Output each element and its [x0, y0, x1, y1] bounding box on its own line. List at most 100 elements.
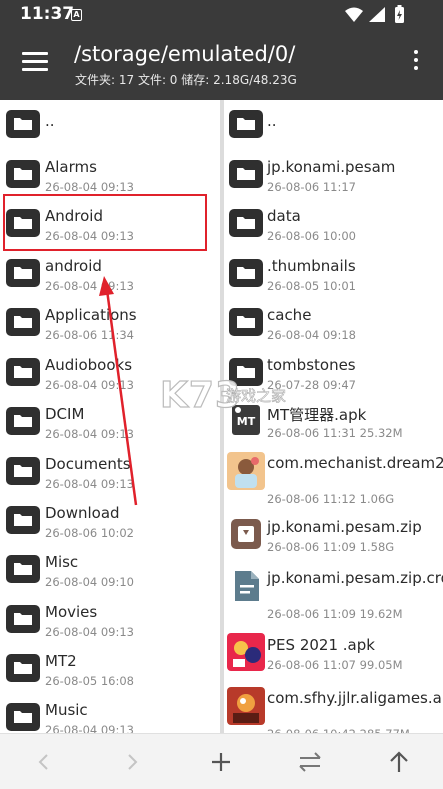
- right-pane[interactable]: .. jp.konami.pesam 26-08-06 11:17 data 26-08…: [224, 100, 443, 733]
- item-name: data: [267, 207, 301, 225]
- folder-icon: [229, 110, 263, 138]
- hamburger-icon[interactable]: [22, 52, 48, 74]
- storage-info: 文件夹: 17 文件: 0 储存: 2.18G/48.23G: [75, 73, 297, 87]
- watermark-sub: 游戏之家: [226, 387, 287, 406]
- file-row[interactable]: Documents 26-08-04 09:13: [0, 451, 220, 501]
- parent-dir-row[interactable]: ..: [224, 104, 443, 154]
- item-name: Alarms: [45, 158, 97, 176]
- folder-icon: [6, 555, 40, 583]
- file-row[interactable]: MT MT管理器.apk 26-08-06 11:31 25.32M: [224, 400, 443, 450]
- folder-icon: [6, 358, 40, 386]
- item-meta: 26-08-04 09:13: [45, 180, 134, 194]
- chevron-right-icon[interactable]: [118, 748, 146, 776]
- item-name: PES 2021 .apk: [267, 636, 375, 654]
- item-name: Music: [45, 701, 88, 719]
- item-meta: 26-08-05 10:01: [267, 279, 356, 293]
- annotation-highlight-box: [3, 194, 207, 251]
- file-thumbnail-icon: [227, 567, 265, 605]
- item-meta: 26-08-06 11:12 1.06G: [267, 492, 395, 506]
- item-name: MT2: [45, 652, 77, 670]
- item-meta: 26-08-06 10:02: [45, 526, 134, 540]
- file-row[interactable]: Applications 26-08-06 11:34: [0, 302, 220, 352]
- file-thumbnail-icon: [227, 515, 265, 553]
- item-name: Applications: [45, 306, 137, 324]
- file-row[interactable]: com.sfhy.jjlr.aligames.apk26-08-06 10:42…: [224, 686, 443, 733]
- file-row[interactable]: android 26-08-04 09:13: [0, 253, 220, 303]
- swap-icon[interactable]: [296, 748, 324, 776]
- folder-icon: [6, 407, 40, 435]
- plus-icon[interactable]: [207, 748, 235, 776]
- arrow-up-icon[interactable]: [385, 748, 413, 776]
- item-meta: 26-08-06 11:09 1.58G: [267, 540, 395, 554]
- item-name: MT管理器.apk: [267, 406, 367, 424]
- folder-icon: [6, 605, 40, 633]
- notification-icon: A: [71, 9, 82, 21]
- item-name: tombstones: [267, 356, 356, 374]
- item-meta: 26-08-06 11:34: [45, 328, 134, 342]
- item-meta: 26-08-04 09:13: [45, 723, 134, 733]
- folder-icon: [6, 506, 40, 534]
- item-meta: 26-08-06 10:00: [267, 229, 356, 243]
- chevron-left-icon[interactable]: [30, 748, 58, 776]
- file-row[interactable]: jp.konami.pesam.zip.crdownload 26-08-06 1…: [224, 566, 443, 621]
- folder-icon: [6, 457, 40, 485]
- file-thumbnail-icon: [227, 633, 265, 671]
- item-meta: 26-08-04 09:13: [45, 625, 134, 639]
- app-bar: /storage/emulated/0/ 文件夹: 17 文件: 0 储存: 2…: [0, 30, 443, 100]
- item-meta: 26-08-06 11:31 25.32M: [267, 426, 403, 440]
- item-name: cache: [267, 306, 312, 324]
- file-row[interactable]: jp.konami.pesam 26-08-06 11:17: [224, 154, 443, 204]
- item-name: ..: [45, 112, 55, 130]
- status-bar: 11:37 A: [0, 0, 443, 30]
- item-name: com.mechanist.dream2.aos.cn.aligames.apk: [267, 454, 443, 472]
- file-row[interactable]: Movies 26-08-04 09:13: [0, 599, 220, 649]
- file-row[interactable]: MT2 26-08-05 16:08: [0, 648, 220, 698]
- item-meta: 26-08-05 16:08: [45, 674, 134, 688]
- folder-icon: [6, 259, 40, 287]
- current-path: /storage/emulated/0/: [74, 42, 296, 66]
- item-meta: 26-08-06 11:17: [267, 180, 356, 194]
- file-row[interactable]: Misc 26-08-04 09:10: [0, 549, 220, 599]
- item-meta: 26-08-04 09:13: [45, 477, 134, 491]
- item-name: jp.konami.pesam.zip: [267, 518, 422, 536]
- folder-icon: [229, 209, 263, 237]
- item-meta: 26-08-04 09:13: [45, 427, 134, 441]
- item-name: DCIM: [45, 405, 85, 423]
- folder-icon: [229, 160, 263, 188]
- item-name: jp.konami.pesam: [267, 158, 396, 176]
- item-name: android: [45, 257, 102, 275]
- item-name: com.sfhy.jjlr.aligames.apk: [267, 689, 443, 707]
- item-name: jp.konami.pesam.zip.crdownload: [267, 569, 443, 587]
- folder-icon: [6, 654, 40, 682]
- file-row[interactable]: cache 26-08-04 09:18: [224, 302, 443, 352]
- item-name: .thumbnails: [267, 257, 356, 275]
- item-name: Audiobooks: [45, 356, 133, 374]
- folder-icon: [229, 308, 263, 336]
- item-name: Download: [45, 504, 120, 522]
- item-meta: 26-08-04 09:13: [45, 279, 134, 293]
- folder-icon: [6, 110, 40, 138]
- item-meta: 26-08-04 09:13: [45, 378, 134, 392]
- item-meta: 26-08-06 11:09 19.62M: [267, 607, 403, 621]
- item-meta: 26-08-04 09:10: [45, 575, 134, 589]
- file-row[interactable]: com.mechanist.dream2.aos.cn.aligames.apk…: [224, 451, 443, 506]
- item-name: ..: [267, 112, 277, 130]
- svg-text:MT: MT: [237, 415, 256, 428]
- file-row[interactable]: jp.konami.pesam.zip 26-08-06 11:09 1.58G: [224, 514, 443, 564]
- file-row[interactable]: Download 26-08-06 10:02: [0, 500, 220, 550]
- file-row[interactable]: .thumbnails 26-08-05 10:01: [224, 253, 443, 303]
- status-time: 11:37: [20, 4, 75, 24]
- file-thumbnail-icon: [227, 452, 265, 490]
- signal-icon: [369, 7, 385, 22]
- file-row[interactable]: data 26-08-06 10:00: [224, 203, 443, 253]
- item-name: Movies: [45, 603, 98, 621]
- bottom-toolbar: [0, 733, 443, 789]
- parent-dir-row[interactable]: ..: [0, 104, 220, 154]
- file-row[interactable]: PES 2021 .apk 26-08-06 11:07 99.05M: [224, 632, 443, 682]
- folder-icon: [6, 308, 40, 336]
- file-row[interactable]: Music 26-08-04 09:13: [0, 697, 220, 733]
- more-vert-icon[interactable]: [411, 50, 421, 78]
- item-name: Documents: [45, 455, 131, 473]
- item-name: Misc: [45, 553, 79, 571]
- file-thumbnail-icon: [227, 687, 265, 725]
